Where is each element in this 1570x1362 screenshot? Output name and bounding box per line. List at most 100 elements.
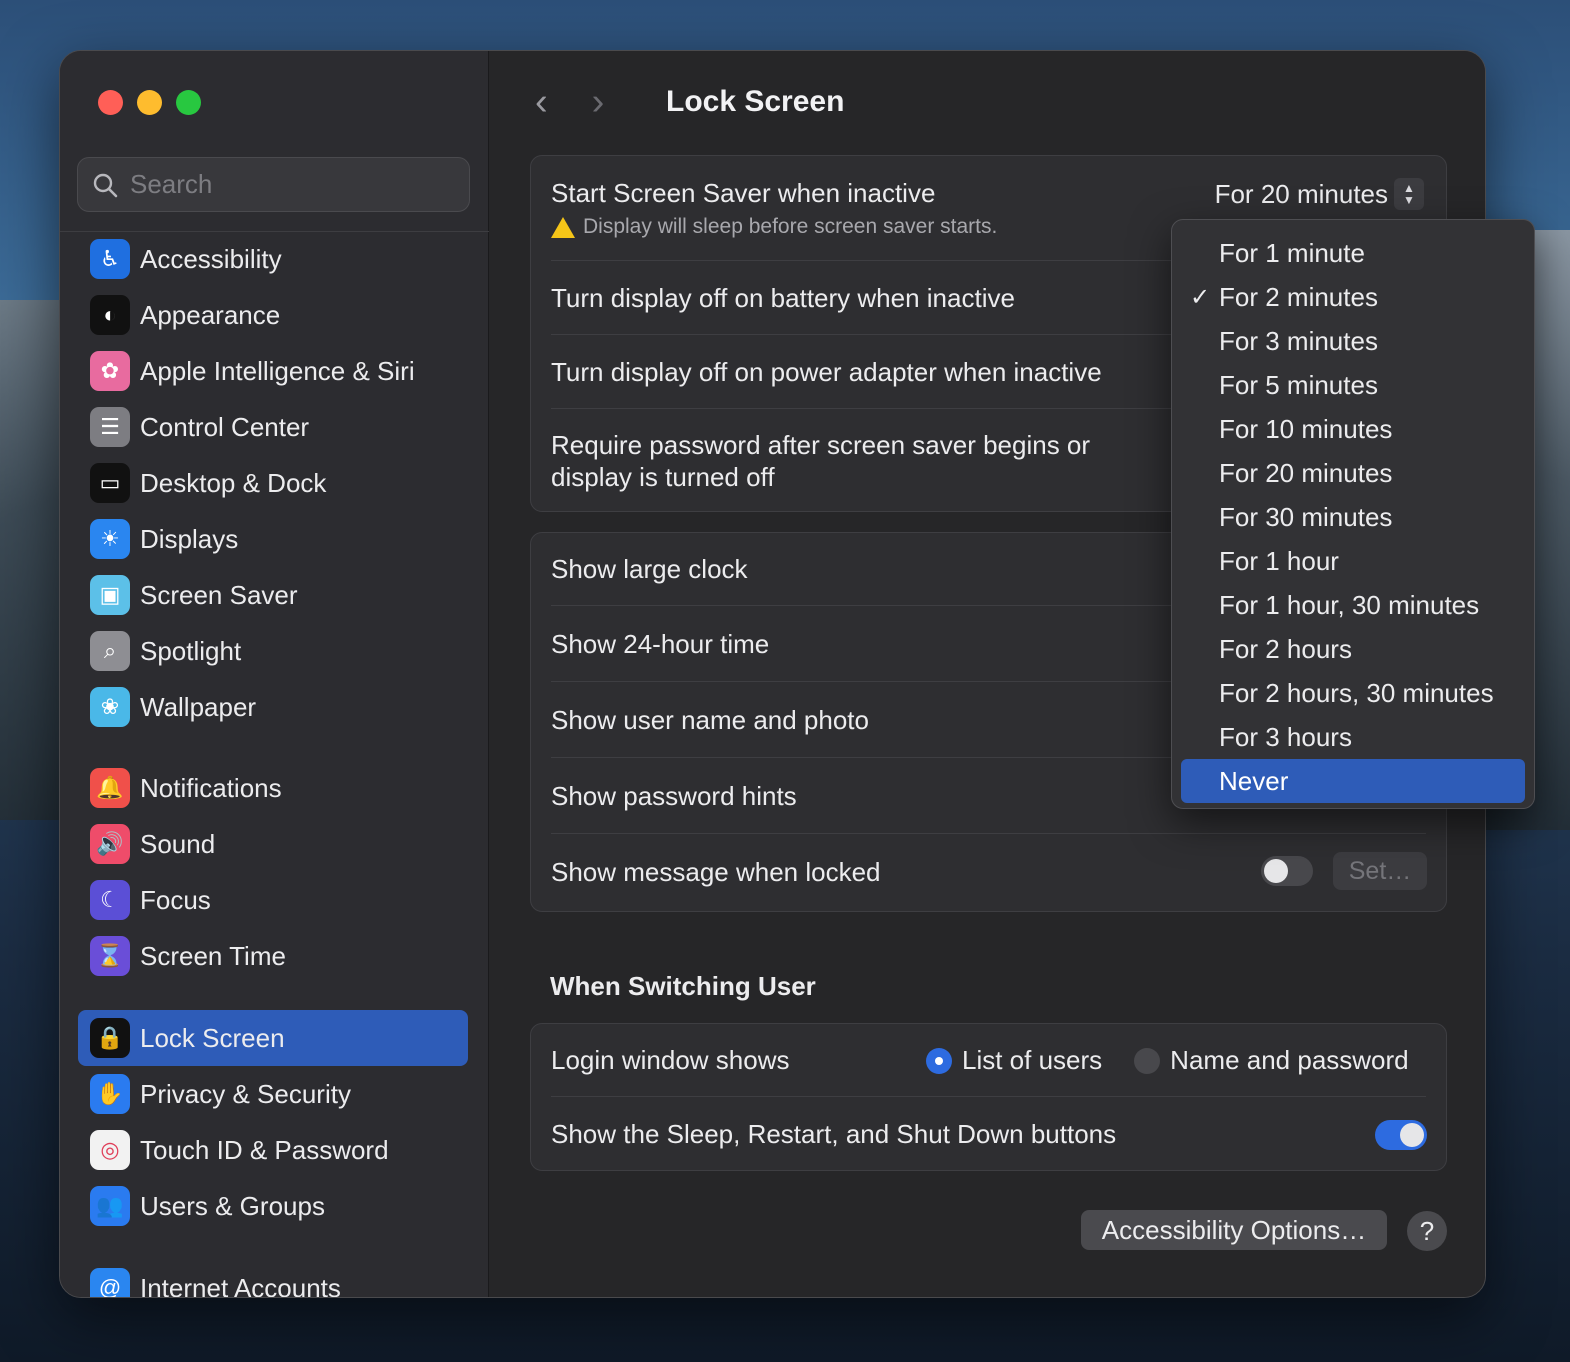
menu-item-for-1-hour-30-minutes[interactable]: For 1 hour, 30 minutes [1181, 583, 1525, 627]
sidebar-item-label: Spotlight [140, 635, 242, 666]
sidebar-item-label: Focus [140, 884, 211, 915]
menu-item-label: For 1 hour, 30 minutes [1219, 589, 1480, 620]
menu-item-for-3-minutes[interactable]: For 3 minutes [1181, 319, 1525, 363]
menu-item-for-2-minutes[interactable]: ✓ For 2 minutes [1181, 275, 1525, 319]
sidebar-item-screen-time[interactable]: ⌛ Screen Time [78, 928, 468, 984]
minimize-window-button[interactable] [137, 90, 162, 115]
radio-dot-selected [926, 1047, 952, 1074]
sidebar-item-sound[interactable]: 🔊 Sound [78, 816, 468, 872]
users-icon: 👥 [90, 1186, 130, 1226]
radio-label: List of users [962, 1045, 1103, 1075]
sidebar-item-label: Lock Screen [140, 1022, 285, 1053]
sound-icon: 🔊 [90, 824, 130, 864]
menu-item-for-30-minutes[interactable]: For 30 minutes [1181, 495, 1525, 539]
menu-item-label: For 2 hours, 30 minutes [1219, 677, 1494, 708]
password-hints-label: Show password hints [551, 780, 797, 811]
menu-item-for-1-hour[interactable]: For 1 hour [1181, 539, 1525, 583]
up-down-chevron-icon: ▲ ▼ [1394, 178, 1424, 210]
login-window-options: List of users Name and password [926, 1045, 1409, 1076]
shutdown-buttons-row: Show the Sleep, Restart, and Shut Down b… [551, 1097, 1426, 1172]
sidebar-item-internet-accounts[interactable]: @ Internet Accounts [78, 1260, 468, 1298]
chevron-left-icon[interactable]: ‹ [535, 81, 548, 124]
close-window-button[interactable] [98, 90, 123, 115]
sidebar-item-screen-saver[interactable]: ▣ Screen Saver [78, 567, 468, 623]
appearance-icon: ◐ [90, 295, 130, 335]
menu-item-for-5-minutes[interactable]: For 5 minutes [1181, 363, 1525, 407]
switching-user-group: Login window shows List of users Name an… [530, 1023, 1447, 1171]
sidebar-item-spotlight[interactable]: ⌕ Spotlight [78, 623, 468, 679]
sidebar-item-label: Control Center [140, 411, 310, 442]
privacy-hand-icon: ✋ [90, 1074, 130, 1114]
shutdown-buttons-label: Show the Sleep, Restart, and Shut Down b… [551, 1119, 1117, 1149]
sidebar-item-apple-intelligence-siri[interactable]: ✿ Apple Intelligence & Siri [78, 343, 468, 399]
menu-item-label: For 30 minutes [1219, 501, 1393, 532]
sidebar-item-wallpaper[interactable]: ❀ Wallpaper [78, 679, 468, 735]
sidebar-item-label: Accessibility [140, 243, 282, 274]
radio-label: Name and password [1170, 1045, 1409, 1075]
control-center-icon: ☰ [90, 407, 130, 447]
sidebar-item-lock-screen[interactable]: 🔒 Lock Screen [78, 1010, 468, 1066]
sidebar-item-control-center[interactable]: ☰ Control Center [78, 399, 468, 455]
radio-name-and-password[interactable]: Name and password [1134, 1045, 1409, 1076]
menu-item-for-1-minute[interactable]: For 1 minute [1181, 231, 1525, 275]
chevron-right-icon[interactable]: › [592, 81, 605, 124]
sidebar-item-label: Desktop & Dock [140, 467, 327, 498]
sidebar-item-touch-id-password[interactable]: ◎ Touch ID & Password [78, 1122, 468, 1178]
sidebar-item-focus[interactable]: ☾ Focus [78, 872, 468, 928]
help-button[interactable]: ? [1407, 1211, 1447, 1251]
menu-item-label: For 3 minutes [1219, 325, 1378, 356]
sidebar-item-displays[interactable]: ☀ Displays [78, 511, 468, 567]
shutdown-buttons-toggle[interactable] [1375, 1120, 1427, 1150]
message-label: Show message when locked [551, 857, 881, 887]
sidebar-item-label: Screen Time [140, 940, 286, 971]
screen-saver-popup-button[interactable]: For 20 minutes ▲ ▼ [1215, 178, 1424, 210]
sidebar-item-privacy-security[interactable]: ✋ Privacy & Security [78, 1066, 468, 1122]
sidebar-item-label: Internet Accounts [140, 1272, 341, 1298]
menu-item-never[interactable]: Never [1181, 759, 1525, 803]
menu-item-for-20-minutes[interactable]: For 20 minutes [1181, 451, 1525, 495]
search-field[interactable] [77, 157, 470, 212]
checkmark-icon: ✓ [1190, 283, 1211, 311]
sidebar-item-label: Screen Saver [140, 579, 298, 610]
wallpaper-icon: ❀ [90, 687, 130, 727]
page-title: Lock Screen [666, 85, 845, 118]
login-window-label: Login window shows [551, 1045, 790, 1075]
focus-icon: ☾ [90, 880, 130, 920]
at-sign-icon: @ [90, 1268, 130, 1297]
hour24-label: Show 24-hour time [551, 628, 770, 659]
zoom-window-button[interactable] [176, 90, 201, 115]
screen-saver-value: For 20 minutes [1214, 178, 1388, 209]
sidebar-item-label: Sound [140, 828, 216, 859]
search-icon [93, 173, 118, 197]
menu-item-for-2-hours[interactable]: For 2 hours [1181, 627, 1525, 671]
siri-icon: ✿ [90, 351, 130, 391]
menu-item-label: For 1 hour [1219, 545, 1339, 576]
message-toggle[interactable] [1261, 856, 1313, 886]
menu-item-label: For 2 hours [1219, 633, 1352, 664]
set-message-button[interactable]: Set… [1333, 852, 1427, 890]
warning-triangle-icon [551, 216, 575, 238]
radio-list-of-users[interactable]: List of users [926, 1045, 1102, 1076]
sidebar-item-label: Users & Groups [140, 1190, 325, 1221]
menu-item-for-3-hours[interactable]: For 3 hours [1181, 715, 1525, 759]
search-input[interactable] [130, 169, 450, 200]
menu-item-for-10-minutes[interactable]: For 10 minutes [1181, 407, 1525, 451]
sidebar-item-appearance[interactable]: ◐ Appearance [78, 287, 468, 343]
switching-user-heading: When Switching User [550, 971, 816, 1001]
password-label-line1: Require password after screen saver begi… [551, 430, 1091, 460]
window-controls [98, 90, 201, 115]
screen-saver-dropdown-menu: For 1 minute ✓ For 2 minutes For 3 minutes F… [1171, 219, 1535, 809]
sidebar-item-notifications[interactable]: 🔔 Notifications [78, 760, 468, 816]
fingerprint-icon: ◎ [90, 1130, 130, 1170]
sidebar-item-accessibility[interactable]: ♿ Accessibility [78, 231, 468, 287]
sidebar-item-desktop-dock[interactable]: ▭ Desktop & Dock [78, 455, 468, 511]
sidebar-item-label: Wallpaper [140, 691, 257, 722]
sidebar-item-label: Privacy & Security [140, 1078, 351, 1109]
menu-item-label: Never [1219, 765, 1289, 796]
desktop-dock-icon: ▭ [90, 463, 130, 503]
accessibility-options-button[interactable]: Accessibility Options… [1081, 1210, 1387, 1250]
menu-item-for-2-hours-30-minutes[interactable]: For 2 hours, 30 minutes [1181, 671, 1525, 715]
accessibility-icon: ♿ [90, 239, 130, 279]
sidebar-item-label: Displays [140, 523, 239, 554]
sidebar-item-users-groups[interactable]: 👥 Users & Groups [78, 1178, 468, 1234]
